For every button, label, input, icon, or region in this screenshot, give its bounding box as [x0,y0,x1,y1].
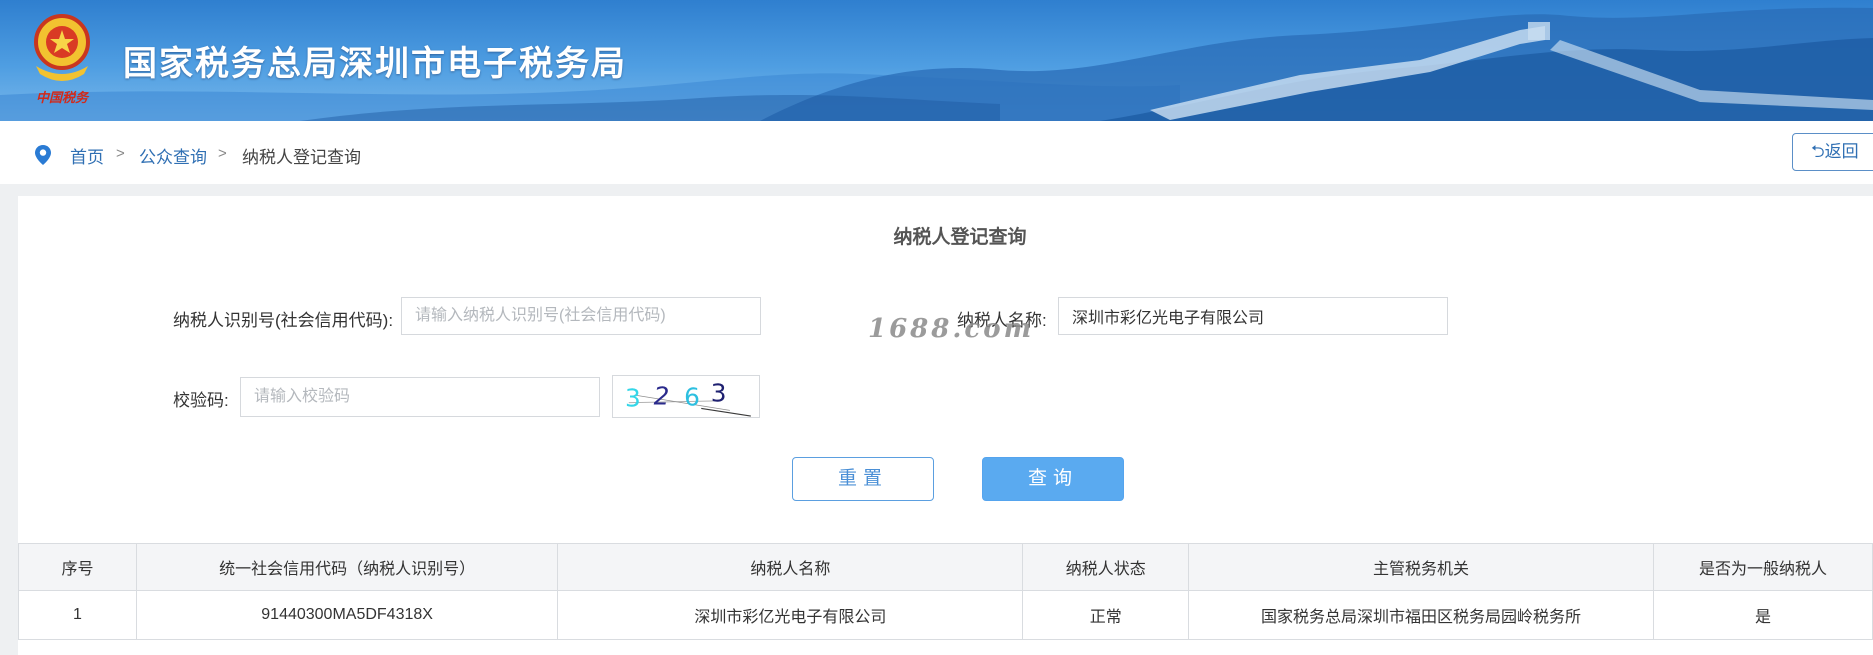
taxpayer-name-input[interactable] [1058,297,1448,335]
watermark: 1688.com [868,314,1035,344]
column-header: 序号 [18,543,137,591]
back-button[interactable]: ⮌返回 [1792,133,1873,171]
table-header-row: 序号 统一社会信用代码（纳税人识别号） 纳税人名称 纳税人状态 主管税务机关 是… [18,543,1873,591]
captcha-label: 校验码: [173,391,229,410]
captcha-image[interactable]: 3 2 6 3 [612,375,760,418]
table-row: 1 91440300MA5DF4318X 深圳市彩亿光电子有限公司 正常 国家税… [18,590,1873,640]
captcha-char: 3 [711,379,727,408]
results-table: 序号 统一社会信用代码（纳税人识别号） 纳税人名称 纳税人状态 主管税务机关 是… [18,543,1873,640]
table-cell: 1 [18,590,137,640]
form-title: 纳税人登记查询 [893,227,1027,248]
tax-emblem-logo: 中国税务 [34,14,90,106]
return-arrow-icon: ⮌ [1811,142,1825,161]
svg-text:中国税务: 中国税务 [36,90,90,106]
taxpayer-id-input[interactable] [401,297,761,335]
column-header: 是否为一般纳税人 [1653,543,1873,591]
column-header: 统一社会信用代码（纳税人识别号） [135,543,559,591]
table-cell: 是 [1653,590,1873,640]
table-cell: 正常 [1022,590,1189,640]
breadcrumb-separator: > [218,145,227,162]
captcha-input[interactable] [240,377,600,417]
location-pin-icon [35,145,51,165]
breadcrumb-current: 纳税人登记查询 [242,148,361,167]
captcha-char: 2 [654,382,670,411]
site-title: 国家税务总局深圳市电子税务局 [123,44,627,84]
column-header: 纳税人名称 [557,543,1024,591]
column-header: 主管税务机关 [1187,543,1655,591]
column-header: 纳税人状态 [1022,543,1189,591]
captcha-char: 3 [625,384,641,413]
query-button[interactable]: 查询 [982,457,1124,501]
breadcrumb-separator: > [116,145,125,162]
captcha-char: 6 [684,383,700,412]
table-cell: 深圳市彩亿光电子有限公司 [557,590,1024,640]
reset-button[interactable]: 重置 [792,457,934,501]
breadcrumb-public-query[interactable]: 公众查询 [139,143,207,168]
table-cell: 91440300MA5DF4318X [135,590,559,640]
table-cell: 国家税务总局深圳市福田区税务局园岭税务所 [1187,590,1655,640]
header-banner: 中国税务 国家税务总局深圳市电子税务局 [0,0,1873,121]
taxpayer-id-label: 纳税人识别号(社会信用代码): [173,311,394,330]
back-button-label: 返回 [1824,142,1859,161]
breadcrumb-home[interactable]: 首页 [70,143,104,168]
